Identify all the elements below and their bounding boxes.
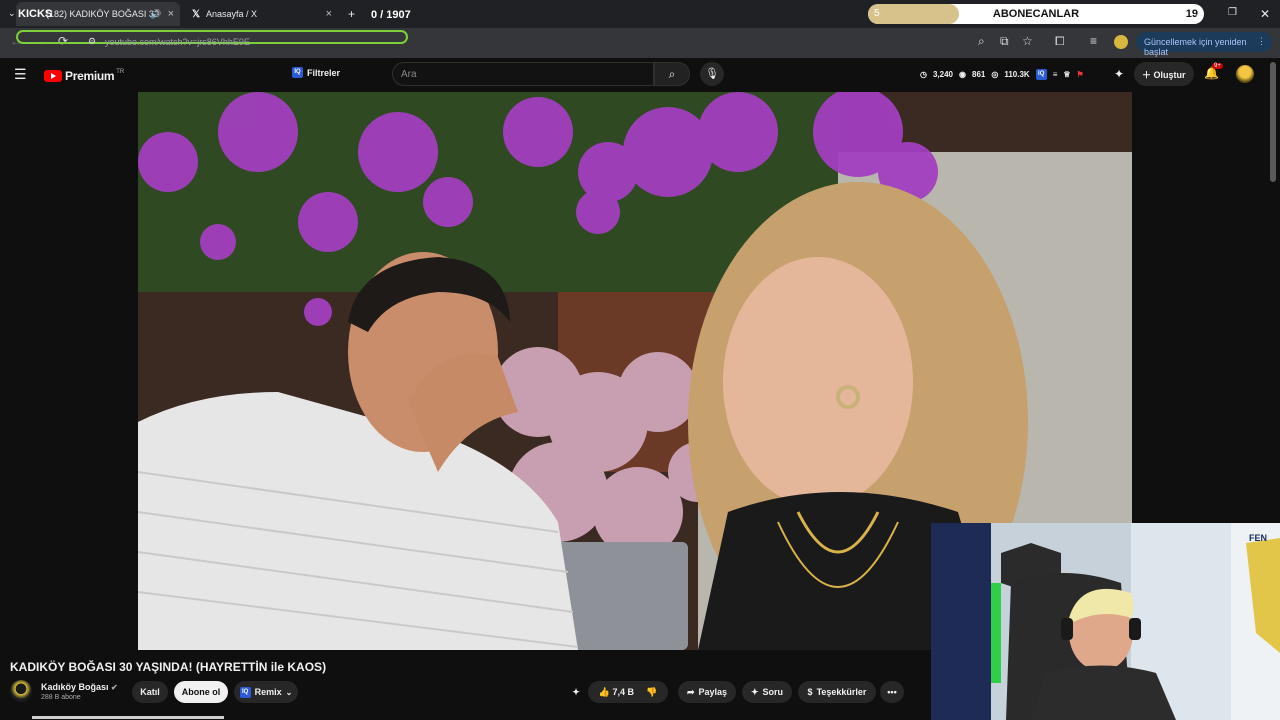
- chevron-down-icon: ⌄: [285, 687, 293, 697]
- like-count: 7,4 B: [612, 686, 635, 697]
- thumbs-up-icon: 👍: [598, 686, 610, 697]
- bookmark-star-icon[interactable]: ☆: [1022, 34, 1033, 48]
- minimize-icon[interactable]: –: [1196, 7, 1203, 21]
- clock-icon: ◷: [920, 70, 927, 79]
- logo-country: TR: [116, 69, 125, 75]
- notifications-button[interactable]: 🔔 9+: [1204, 63, 1223, 80]
- thumbs-down-icon: 👎: [646, 686, 658, 697]
- video-progress-indicator: [32, 716, 224, 719]
- counter-text: 0 / 1907: [371, 9, 411, 21]
- filters-label: Filtreler: [307, 67, 341, 78]
- zoom-icon[interactable]: ⌕: [978, 34, 985, 49]
- new-tab-button[interactable]: +: [348, 7, 355, 21]
- restore-icon[interactable]: ❐: [1228, 7, 1237, 18]
- extension-badge-icon: IQ: [292, 67, 303, 78]
- banner-text: FEN: [1249, 533, 1267, 543]
- sparkle-icon: ✦: [750, 686, 759, 697]
- search-button[interactable]: ⌕: [654, 62, 690, 86]
- filters-button[interactable]: IQ Filtreler: [292, 67, 340, 78]
- voice-search-button[interactable]: 🎙: [700, 62, 724, 86]
- list-icon[interactable]: ≡: [1053, 70, 1058, 79]
- close-window-icon[interactable]: ✕: [1260, 7, 1270, 21]
- youtube-play-icon: [44, 70, 62, 82]
- views-icon: ◎: [991, 70, 999, 79]
- more-actions-button[interactable]: •••: [880, 681, 904, 703]
- subscribe-button[interactable]: Abone ol: [174, 681, 228, 703]
- stat-2: 861: [972, 70, 986, 79]
- plus-icon: ＋: [1142, 70, 1152, 80]
- subscriber-goal-bar: 5 ABONECANLAR 19: [868, 4, 1204, 24]
- microphone-icon: 🎙: [705, 68, 719, 80]
- channel-name-text: Kadıköy Boğası: [41, 682, 109, 692]
- user-avatar[interactable]: [1236, 65, 1254, 83]
- join-label: Katıl: [140, 687, 160, 697]
- update-restart-button[interactable]: Güncellemek için yeniden başlat ⋮: [1136, 32, 1272, 57]
- remix-button[interactable]: IQ Remix ⌄: [234, 681, 298, 703]
- menu-kebab-icon[interactable]: ⋮: [1257, 36, 1266, 47]
- like-button[interactable]: 👍 7,4 B: [599, 687, 634, 698]
- browser-tab-bar: ⌄ KICKS (182) KADIKÖY BOĞASI 30 🔊 × 𝕏 An…: [0, 0, 1280, 28]
- ask-button[interactable]: ✦ Soru: [742, 681, 792, 703]
- address-bar: ← → ⟳ ⚙ youtube.com/watch?v=jrs86VhhE9E …: [0, 28, 1280, 58]
- ask-label: Soru: [762, 687, 784, 697]
- tab-title: Anasayfa / X: [206, 9, 258, 19]
- tab-x[interactable]: 𝕏 Anasayfa / X ×: [186, 2, 338, 26]
- subscribe-label: Abone ol: [181, 687, 221, 697]
- page-scrollbar[interactable]: [1270, 62, 1276, 182]
- header-stats: ◷ 3,240 ◉ 861 ◎ 110.3K IQ ≡ ♕ ⚑: [920, 69, 1084, 80]
- tab-title: (182) KADIKÖY BOĞASI 30: [46, 9, 159, 19]
- dislike-button[interactable]: 👎: [646, 687, 657, 698]
- bell-off-icon[interactable]: ⚑: [1077, 70, 1084, 79]
- hamburger-menu-icon[interactable]: ☰: [14, 66, 27, 83]
- magic-wand-icon: ✦: [572, 686, 580, 697]
- join-button[interactable]: Katıl: [132, 681, 168, 703]
- share-button[interactable]: ➦ Paylaş: [678, 681, 736, 703]
- close-tab-icon[interactable]: ×: [326, 8, 332, 20]
- thanks-label: Teşekkürler: [816, 687, 867, 697]
- profile-icon[interactable]: [1114, 35, 1128, 49]
- trophy-icon[interactable]: ♕: [1063, 70, 1070, 79]
- extension-badge-icon[interactable]: IQ: [1035, 69, 1047, 80]
- create-button[interactable]: ＋ Oluştur: [1134, 62, 1194, 86]
- goal-title: ABONECANLAR: [992, 8, 1080, 20]
- cast-icon[interactable]: ⧉: [1000, 34, 1009, 49]
- speaker-icon: 🔊: [150, 8, 162, 19]
- subscriber-count: 288 B abone: [41, 694, 81, 701]
- search-icon: ⌕: [668, 67, 676, 81]
- thanks-button[interactable]: $ Teşekkürler: [798, 681, 876, 703]
- x-logo-icon: 𝕏: [192, 8, 201, 20]
- channel-avatar[interactable]: [10, 680, 32, 702]
- close-tab-icon[interactable]: ×: [168, 8, 174, 20]
- magic-wand-icon[interactable]: ✦: [1114, 67, 1124, 81]
- stat-3: 110.3K: [1004, 70, 1030, 79]
- site-info-icon[interactable]: ⚙: [88, 36, 96, 47]
- thanks-dollar-icon: $: [807, 687, 813, 697]
- share-label: Paylaş: [698, 687, 728, 697]
- create-label: Oluştur: [1153, 70, 1186, 80]
- remix-label: Remix: [254, 687, 282, 697]
- tab-list-chevron-icon[interactable]: ⌄: [8, 8, 16, 19]
- verified-check-icon: ✔: [111, 683, 118, 692]
- url-text[interactable]: youtube.com/watch?v=jrs86VhhE9E: [105, 37, 250, 47]
- video-title: KADIKÖY BOĞASI 30 YAŞINDA! (HAYRETTİN il…: [10, 660, 327, 674]
- eye-icon: ◉: [959, 70, 966, 79]
- extension-badge-icon: IQ: [239, 686, 251, 698]
- tab-youtube[interactable]: KICKS (182) KADIKÖY BOĞASI 30 🔊 ×: [16, 2, 180, 26]
- notification-count: 9+: [1212, 63, 1223, 69]
- sparkle-button[interactable]: ✦: [566, 681, 586, 703]
- reading-list-icon[interactable]: ≡: [1090, 34, 1097, 48]
- search-input[interactable]: Ara: [392, 62, 654, 86]
- stat-1: 3,240: [932, 70, 954, 79]
- like-dislike-group: 👍 7,4 B 👎: [588, 681, 668, 703]
- more-dots-icon: •••: [887, 687, 897, 697]
- channel-name[interactable]: Kadıköy Boğası ✔: [41, 682, 118, 692]
- share-icon: ➦: [686, 686, 695, 697]
- update-label: Güncellemek için yeniden başlat: [1144, 37, 1247, 57]
- streamer-webcam-overlay: FEN: [931, 523, 1280, 720]
- logo-text: Premium: [65, 69, 115, 83]
- webcam-image: [931, 523, 1280, 720]
- extensions-icon[interactable]: ⧠: [1055, 34, 1065, 49]
- youtube-logo[interactable]: Premium TR: [44, 69, 124, 83]
- youtube-header: ☰ Premium TR IQ Filtreler Ara ⌕ 🎙 ◷ 3,24…: [0, 58, 1280, 92]
